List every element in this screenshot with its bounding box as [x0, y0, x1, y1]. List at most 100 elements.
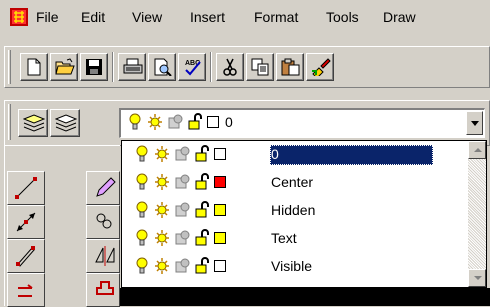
layer-dropdown-button[interactable] — [466, 111, 483, 135]
layer-color-swatch[interactable] — [214, 260, 226, 272]
scroll-track[interactable] — [468, 159, 486, 269]
spelling-button[interactable]: ABC — [178, 53, 206, 81]
current-layer-icons — [127, 113, 219, 131]
layer-color-swatch[interactable] — [214, 232, 226, 244]
layer-name: Text — [271, 230, 297, 246]
layer-control-combo[interactable]: 0 — [119, 108, 485, 138]
mirror-tool-button[interactable] — [86, 239, 120, 273]
print-preview-button[interactable] — [148, 53, 176, 81]
spline-tool-button[interactable] — [7, 273, 45, 307]
menu-format[interactable]: Format — [254, 7, 298, 27]
pencil-icon — [96, 177, 116, 197]
on-off-bulb-icon[interactable] — [134, 201, 151, 219]
current-layer-name: 0 — [225, 114, 233, 130]
toolbar-overflow — [336, 53, 486, 81]
paste-button[interactable] — [276, 53, 304, 81]
lock-open-icon[interactable] — [194, 173, 211, 191]
menu-bar: File Edit View Insert Format Tools Draw — [0, 0, 490, 34]
viewport-freeze-icon[interactable] — [174, 257, 191, 275]
layer-row-center[interactable]: Center — [122, 169, 468, 196]
layer-row-hidden[interactable]: Hidden — [122, 197, 468, 224]
layers-toolbar-grip[interactable] — [8, 104, 11, 140]
print-icon — [123, 58, 143, 74]
layer-color-swatch[interactable] — [214, 176, 226, 188]
lock-open-icon[interactable] — [194, 257, 211, 275]
on-off-bulb-icon[interactable] — [134, 173, 151, 191]
match-properties-icon — [312, 58, 331, 76]
pencil-tool-button[interactable] — [86, 171, 120, 205]
lock-open-icon[interactable] — [194, 229, 211, 247]
layer-row-text[interactable]: Text — [122, 225, 468, 252]
line-tool-button[interactable] — [7, 171, 45, 205]
layer-color-swatch[interactable] — [214, 148, 226, 160]
viewport-freeze-icon[interactable] — [174, 201, 191, 219]
menu-insert[interactable]: Insert — [190, 7, 225, 27]
polyline-tool-button[interactable] — [7, 239, 45, 273]
dimension-arrow-icon — [16, 212, 36, 232]
on-off-bulb-icon[interactable] — [134, 257, 151, 275]
dimension-tool-button[interactable] — [7, 205, 45, 239]
layer-color-swatch[interactable] — [214, 204, 226, 216]
menu-view[interactable]: View — [132, 7, 162, 27]
autocad-icon[interactable] — [10, 8, 28, 26]
match-properties-button[interactable] — [306, 53, 334, 81]
freeze-sun-icon[interactable] — [154, 145, 171, 163]
layer-name: Hidden — [271, 202, 316, 218]
freeze-sun-icon[interactable] — [154, 229, 171, 247]
on-off-bulb-icon[interactable] — [134, 229, 151, 247]
freeze-sun-icon[interactable] — [154, 173, 171, 191]
new-icon — [27, 58, 41, 76]
menu-tools[interactable]: Tools — [326, 7, 359, 27]
drawing-area[interactable] — [120, 288, 490, 306]
layer-row-icons — [134, 145, 226, 163]
menu-draw[interactable]: Draw — [383, 7, 416, 27]
paste-icon — [281, 58, 300, 76]
new-button[interactable] — [20, 53, 48, 81]
menu-edit[interactable]: Edit — [81, 7, 105, 27]
draw-toolbar — [0, 145, 122, 307]
layer-row-0[interactable]: 0 — [122, 141, 468, 168]
stamp-icon — [96, 281, 114, 295]
viewport-freeze-icon[interactable] — [174, 173, 191, 191]
layer-row-icons — [134, 201, 226, 219]
menu-file[interactable]: File — [36, 7, 59, 27]
cut-button[interactable] — [216, 53, 244, 81]
viewport-freeze-icon[interactable] — [167, 113, 184, 131]
on-off-bulb-icon[interactable] — [127, 113, 144, 131]
lock-open-icon[interactable] — [194, 145, 211, 163]
copy-button[interactable] — [246, 53, 274, 81]
mirror-icon — [95, 246, 115, 266]
dropdown-scrollbar[interactable] — [468, 141, 486, 287]
copy-icon — [251, 58, 269, 76]
stamp-tool-button[interactable] — [86, 273, 120, 307]
lock-open-icon[interactable] — [194, 201, 211, 219]
freeze-sun-icon[interactable] — [154, 201, 171, 219]
open-button[interactable] — [50, 53, 78, 81]
lock-open-icon[interactable] — [187, 113, 204, 131]
print-button[interactable] — [118, 53, 146, 81]
layer-row-icons — [134, 229, 226, 247]
freeze-sun-icon[interactable] — [147, 113, 164, 131]
save-button[interactable] — [80, 53, 108, 81]
chevron-down-icon — [471, 121, 479, 126]
selection-highlight — [270, 145, 433, 165]
open-icon — [55, 58, 75, 75]
spelling-icon: ABC — [185, 60, 201, 76]
layer-name: Visible — [271, 258, 312, 274]
viewport-freeze-icon[interactable] — [174, 145, 191, 163]
freeze-sun-icon[interactable] — [154, 257, 171, 275]
make-object-layer-current-button[interactable] — [50, 109, 80, 137]
on-off-bulb-icon[interactable] — [134, 145, 151, 163]
line-icon — [15, 177, 37, 199]
layer-manager-button[interactable] — [18, 109, 48, 137]
scroll-up-button[interactable] — [468, 141, 486, 159]
chevron-up-icon — [474, 148, 482, 152]
layer-manager-icon — [23, 114, 45, 132]
copy-object-tool-button[interactable] — [86, 205, 120, 239]
save-icon — [86, 59, 102, 75]
layer-row-visible[interactable]: Visible — [122, 253, 468, 280]
toolbar-grip[interactable] — [8, 50, 11, 84]
layer-color-swatch[interactable] — [207, 116, 219, 128]
viewport-freeze-icon[interactable] — [174, 229, 191, 247]
scroll-down-button[interactable] — [468, 269, 486, 287]
